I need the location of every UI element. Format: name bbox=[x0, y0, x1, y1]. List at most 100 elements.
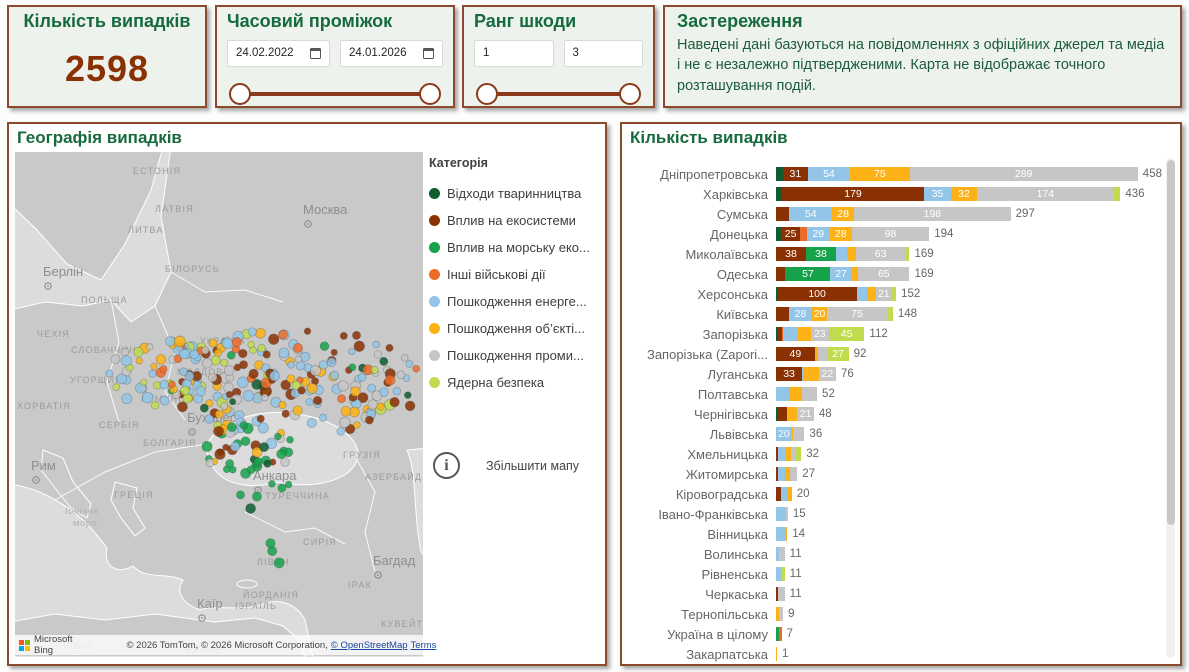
stacked-bar[interactable] bbox=[776, 447, 801, 462]
bar-segment-industry[interactable] bbox=[786, 507, 788, 522]
map-incident-dot-nuclear[interactable] bbox=[180, 386, 189, 395]
map-incident-dot-energy[interactable] bbox=[160, 396, 169, 405]
map-incident-dot-nuclear[interactable] bbox=[151, 402, 159, 410]
bar-segment-objects[interactable]: 28 bbox=[830, 227, 852, 242]
bar-segment-nuclear[interactable] bbox=[892, 287, 896, 302]
bar-segment-ecosystems[interactable]: 38 bbox=[776, 247, 806, 262]
legend-item-energy[interactable]: Пошкодження енерге... bbox=[429, 288, 601, 315]
bar-segment-ecosystems[interactable]: 25 bbox=[781, 227, 801, 242]
map-incident-dot-livestock[interactable] bbox=[246, 504, 256, 514]
slider-handle-left[interactable] bbox=[476, 83, 498, 105]
map-incident-dot-ecosystems[interactable] bbox=[313, 396, 322, 405]
damage-rank-slider[interactable] bbox=[484, 83, 633, 105]
map-incident-dot-industry[interactable] bbox=[261, 394, 268, 401]
map-incident-dot-objects[interactable] bbox=[175, 336, 186, 347]
map-incident-dot-objects[interactable] bbox=[151, 363, 157, 369]
map-incident-dot-nuclear[interactable] bbox=[134, 347, 143, 356]
bar-segment-objects[interactable] bbox=[787, 407, 797, 422]
bar-segment-ecosystems[interactable]: 100 bbox=[778, 287, 857, 302]
bar-segment-industry[interactable] bbox=[802, 387, 817, 402]
slider-handle-left[interactable] bbox=[229, 83, 251, 105]
map-incident-dot-nuclear[interactable] bbox=[371, 366, 378, 373]
slider-track[interactable] bbox=[484, 92, 633, 96]
map-incident-dot-energy[interactable] bbox=[122, 394, 132, 404]
info-icon[interactable]: i bbox=[433, 452, 460, 479]
bar-segment-ecosystems[interactable]: 179 bbox=[782, 187, 923, 202]
map-canvas[interactable]: ЕСТОНІЯЛАТВІЯЛИТВАБІЛОРУСЬПОЛЬЩАЧЕХІЯСЛО… bbox=[15, 152, 423, 657]
map-incident-dot-ecosystems[interactable] bbox=[263, 351, 270, 358]
bar-segment-objects[interactable] bbox=[788, 487, 792, 502]
stacked-bar[interactable] bbox=[776, 607, 783, 622]
map-incident-dot-energy[interactable] bbox=[307, 418, 316, 427]
bar-segment-industry[interactable]: 289 bbox=[910, 167, 1138, 182]
bar-segment-energy[interactable]: 35 bbox=[924, 187, 952, 202]
map-incident-dot-livestock[interactable] bbox=[404, 392, 411, 399]
map-incident-dot-marine[interactable] bbox=[229, 466, 236, 473]
map-incident-dot-energy[interactable] bbox=[190, 350, 199, 359]
map-incident-dot-objects[interactable] bbox=[351, 387, 361, 397]
map-incident-dot-energy[interactable] bbox=[319, 361, 328, 370]
legend-item-objects[interactable]: Пошкодження об’єкті... bbox=[429, 315, 601, 342]
bar-segment-nuclear[interactable]: 45 bbox=[829, 327, 865, 342]
slider-handle-right[interactable] bbox=[419, 83, 441, 105]
bar-segment-energy[interactable] bbox=[836, 247, 847, 262]
map-incident-dot-energy[interactable] bbox=[288, 362, 295, 369]
bar-segment-nuclear[interactable] bbox=[906, 247, 910, 262]
map-incident-dot-energy[interactable] bbox=[279, 348, 289, 358]
stacked-bar[interactable]: 20 bbox=[776, 427, 804, 442]
map-incident-dot-objects[interactable] bbox=[293, 406, 302, 415]
end-date-input[interactable]: 24.01.2026 bbox=[340, 40, 443, 67]
legend-item-nuclear[interactable]: Ядерна безпека bbox=[429, 369, 601, 396]
bar-segment-industry[interactable]: 22 bbox=[819, 367, 836, 382]
map-incident-dot-objects[interactable] bbox=[354, 422, 361, 429]
stacked-bar[interactable]: 315475289 bbox=[776, 167, 1138, 182]
calendar-icon[interactable] bbox=[310, 48, 321, 59]
map-incident-dot-objects[interactable] bbox=[377, 403, 385, 411]
bar-segment-energy[interactable]: 28 bbox=[789, 307, 811, 322]
map-incident-dot-marine[interactable] bbox=[274, 558, 284, 568]
map-incident-dot-industry[interactable] bbox=[374, 351, 382, 359]
bar-segment-ecosystems[interactable]: 49 bbox=[776, 347, 815, 362]
stacked-bar[interactable] bbox=[776, 387, 817, 402]
stacked-bar[interactable] bbox=[776, 587, 785, 602]
map-incident-dot-industry[interactable] bbox=[202, 358, 212, 368]
map-incident-dot-nuclear[interactable] bbox=[248, 341, 255, 348]
map-incident-dot-marine[interactable] bbox=[247, 466, 255, 474]
map-incident-dot-military[interactable] bbox=[278, 330, 287, 339]
map-incident-dot-energy[interactable] bbox=[160, 380, 169, 389]
bar-segment-military[interactable] bbox=[779, 627, 781, 642]
bar-segment-ecosystems[interactable] bbox=[778, 407, 787, 422]
stacked-bar[interactable] bbox=[776, 467, 797, 482]
bar-segment-energy[interactable]: 54 bbox=[789, 207, 832, 222]
map-incident-dot-marine[interactable] bbox=[274, 433, 281, 440]
stacked-bar[interactable] bbox=[776, 567, 785, 582]
map-incident-dot-energy[interactable] bbox=[380, 388, 389, 397]
map-incident-dot-ecosystems[interactable] bbox=[215, 449, 226, 460]
bar-segment-industry[interactable] bbox=[778, 587, 784, 602]
map-incident-dot-industry[interactable] bbox=[295, 356, 302, 363]
map-incident-dot-objects[interactable] bbox=[341, 406, 351, 416]
map-incident-dot-objects[interactable] bbox=[215, 410, 223, 418]
map-incident-dot-ecosystems[interactable] bbox=[226, 391, 233, 398]
map-incident-dot-objects[interactable] bbox=[255, 328, 265, 338]
map-incident-dot-marine[interactable] bbox=[254, 458, 262, 466]
stacked-bar[interactable] bbox=[776, 627, 782, 642]
map-incident-dot-objects[interactable] bbox=[209, 339, 217, 347]
bar-segment-nuclear[interactable] bbox=[781, 567, 785, 582]
legend-item-marine[interactable]: Вплив на морську еко... bbox=[429, 234, 601, 261]
map-incident-dot-industry[interactable] bbox=[221, 403, 228, 410]
map-incident-dot-energy[interactable] bbox=[358, 373, 366, 381]
map-incident-dot-livestock[interactable] bbox=[229, 399, 235, 405]
map-incident-dot-livestock[interactable] bbox=[260, 443, 269, 452]
map-incident-dot-ecosystems[interactable] bbox=[234, 364, 241, 371]
bar-segment-objects[interactable] bbox=[776, 647, 777, 662]
stacked-bar[interactable]: 2345 bbox=[776, 327, 864, 342]
map-incident-dot-energy[interactable] bbox=[121, 356, 131, 366]
map-incident-dot-ecosystems[interactable] bbox=[257, 415, 264, 422]
stacked-bar[interactable]: 3322 bbox=[776, 367, 836, 382]
map-incident-dot-energy[interactable] bbox=[106, 370, 113, 377]
calendar-icon[interactable] bbox=[423, 48, 434, 59]
bar-segment-energy[interactable] bbox=[781, 487, 788, 502]
map-incident-dot-energy[interactable] bbox=[406, 360, 413, 367]
map-incident-dot-marine[interactable] bbox=[269, 480, 276, 487]
